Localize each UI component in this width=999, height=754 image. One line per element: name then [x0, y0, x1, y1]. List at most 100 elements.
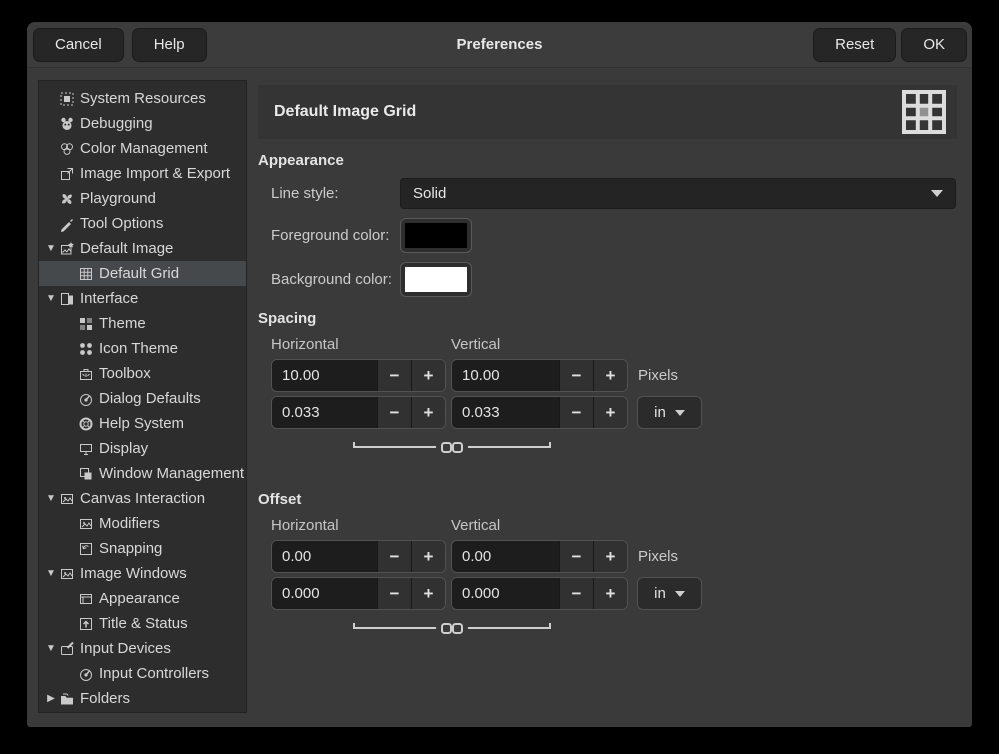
sidebar-item-folders[interactable]: ▶Folders — [39, 686, 246, 711]
spacing-chain-toggle[interactable] — [352, 438, 552, 456]
decrement-button[interactable]: − — [377, 578, 411, 609]
expander-expanded-icon[interactable]: ▼ — [43, 643, 59, 654]
sidebar-item-label: Toolbox — [99, 365, 151, 382]
offset-vertical-unit-input[interactable]: 0.000 — [452, 578, 559, 609]
expander-expanded-icon[interactable]: ▼ — [43, 243, 59, 254]
decrement-button[interactable]: − — [559, 578, 593, 609]
foreground-color-button[interactable] — [400, 218, 472, 253]
help-button[interactable]: Help — [132, 28, 207, 62]
offset-vertical-pixels-input[interactable]: 0.00 — [452, 541, 559, 572]
expander-collapsed-icon[interactable]: ▶ — [43, 693, 59, 704]
theme-icon — [78, 316, 95, 332]
increment-button[interactable]: + — [411, 397, 445, 428]
decrement-button[interactable]: − — [559, 541, 593, 572]
expander-expanded-icon[interactable]: ▼ — [43, 568, 59, 579]
sidebar-item-image-import-export[interactable]: Image Import & Export — [39, 161, 246, 186]
appearance-heading: Appearance — [258, 152, 957, 169]
sidebar-item-modifiers[interactable]: Modifiers — [39, 511, 246, 536]
sidebar-item-playground[interactable]: Playground — [39, 186, 246, 211]
sidebar-item-default-grid[interactable]: Default Grid — [39, 261, 246, 286]
sidebar-item-label: Display — [99, 440, 148, 457]
input-devices-icon — [59, 641, 76, 657]
dialog-defaults-icon — [78, 391, 95, 407]
sidebar-item-input-controllers[interactable]: Input Controllers — [39, 661, 246, 686]
increment-button[interactable]: + — [593, 578, 627, 609]
sidebar-item-label: Input Devices — [80, 640, 171, 657]
sidebar-item-debugging[interactable]: Debugging — [39, 111, 246, 136]
sidebar-item-input-devices[interactable]: ▼ Input Devices — [39, 636, 246, 661]
sidebar-item-label: Title & Status — [99, 615, 188, 632]
expander-expanded-icon[interactable]: ▼ — [43, 293, 59, 304]
expander-expanded-icon[interactable]: ▼ — [43, 493, 59, 504]
title-status-icon — [78, 616, 95, 632]
spacing-unit-dropdown[interactable]: in — [637, 396, 702, 429]
offset-unit-value: in — [654, 585, 666, 602]
spacing-vertical-pixels-input[interactable]: 10.00 — [452, 360, 559, 391]
spacing-vertical-unit-input[interactable]: 0.033 — [452, 397, 559, 428]
increment-button[interactable]: + — [593, 541, 627, 572]
folders-icon — [59, 691, 76, 707]
sidebar-item-label: Debugging — [80, 115, 153, 132]
sidebar-item-label: Theme — [99, 315, 146, 332]
ok-button[interactable]: OK — [901, 28, 967, 62]
input-controllers-icon — [78, 666, 95, 682]
decrement-button[interactable]: − — [377, 397, 411, 428]
increment-button[interactable]: + — [411, 360, 445, 391]
sidebar-item-dialog-defaults[interactable]: Dialog Defaults — [39, 386, 246, 411]
offset-vertical-label: Vertical — [451, 517, 500, 534]
sidebar-item-label: Input Controllers — [99, 665, 209, 682]
sidebar-item-label: Modifiers — [99, 515, 160, 532]
increment-button[interactable]: + — [593, 397, 627, 428]
grid-icon — [78, 266, 95, 282]
cancel-button[interactable]: Cancel — [33, 28, 124, 62]
sidebar-item-help-system[interactable]: Help System — [39, 411, 246, 436]
increment-button[interactable]: + — [411, 541, 445, 572]
sidebar-item-label: Interface — [80, 290, 138, 307]
line-style-dropdown[interactable]: Solid — [400, 178, 956, 209]
decrement-button[interactable]: − — [559, 397, 593, 428]
interface-icon — [59, 291, 76, 307]
sidebar-item-title-status[interactable]: Title & Status — [39, 611, 246, 636]
offset-unit-dropdown[interactable]: in — [637, 577, 702, 610]
decrement-button[interactable]: − — [559, 360, 593, 391]
spacing-horizontal-pixels-input[interactable]: 10.00 — [272, 360, 377, 391]
debugging-icon — [59, 116, 76, 132]
spacing-vertical-pixels-spinbox: 10.00 − + — [451, 359, 628, 392]
offset-chain-toggle[interactable] — [352, 619, 552, 637]
sidebar-item-icon-theme[interactable]: Icon Theme — [39, 336, 246, 361]
sidebar-item-appearance[interactable]: Appearance — [39, 586, 246, 611]
system-resources-icon — [59, 91, 76, 107]
main-panel: Default Image Grid Appearance Line style… — [258, 85, 957, 649]
sidebar-item-theme[interactable]: Theme — [39, 311, 246, 336]
image-import-export-icon — [59, 166, 76, 182]
sidebar-item-color-management[interactable]: Color Management — [39, 136, 246, 161]
preferences-dialog: Cancel Help Preferences Reset OK System … — [27, 22, 972, 727]
sidebar-item-snapping[interactable]: Snapping — [39, 536, 246, 561]
offset-horizontal-pixels-input[interactable]: 0.00 — [272, 541, 377, 572]
image-windows-icon — [59, 566, 76, 582]
foreground-color-label: Foreground color: — [271, 227, 400, 244]
sidebar-item-label: Snapping — [99, 540, 162, 557]
sidebar-item-system-resources[interactable]: System Resources — [39, 86, 246, 111]
offset-horizontal-unit-input[interactable]: 0.000 — [272, 578, 377, 609]
reset-button[interactable]: Reset — [813, 28, 896, 62]
sidebar-item-label: Tool Options — [80, 215, 163, 232]
decrement-button[interactable]: − — [377, 541, 411, 572]
sidebar-item-toolbox[interactable]: Toolbox — [39, 361, 246, 386]
sidebar-item-default-image[interactable]: ▼Default Image — [39, 236, 246, 261]
decrement-button[interactable]: − — [377, 360, 411, 391]
sidebar-item-canvas-interaction[interactable]: ▼Canvas Interaction — [39, 486, 246, 511]
tool-options-icon — [59, 216, 76, 232]
spacing-unit-value: in — [654, 404, 666, 421]
sidebar-item-image-windows[interactable]: ▼Image Windows — [39, 561, 246, 586]
sidebar-item-display[interactable]: Display — [39, 436, 246, 461]
spacing-horizontal-unit-input[interactable]: 0.033 — [272, 397, 377, 428]
background-color-button[interactable] — [400, 262, 472, 297]
sidebar-item-window-management[interactable]: Window Management — [39, 461, 246, 486]
increment-button[interactable]: + — [411, 578, 445, 609]
sidebar-item-label: Playground — [80, 190, 156, 207]
sidebar-item-interface[interactable]: ▼ Interface — [39, 286, 246, 311]
sidebar-item-tool-options[interactable]: Tool Options — [39, 211, 246, 236]
increment-button[interactable]: + — [593, 360, 627, 391]
foreground-color-swatch — [405, 223, 467, 248]
